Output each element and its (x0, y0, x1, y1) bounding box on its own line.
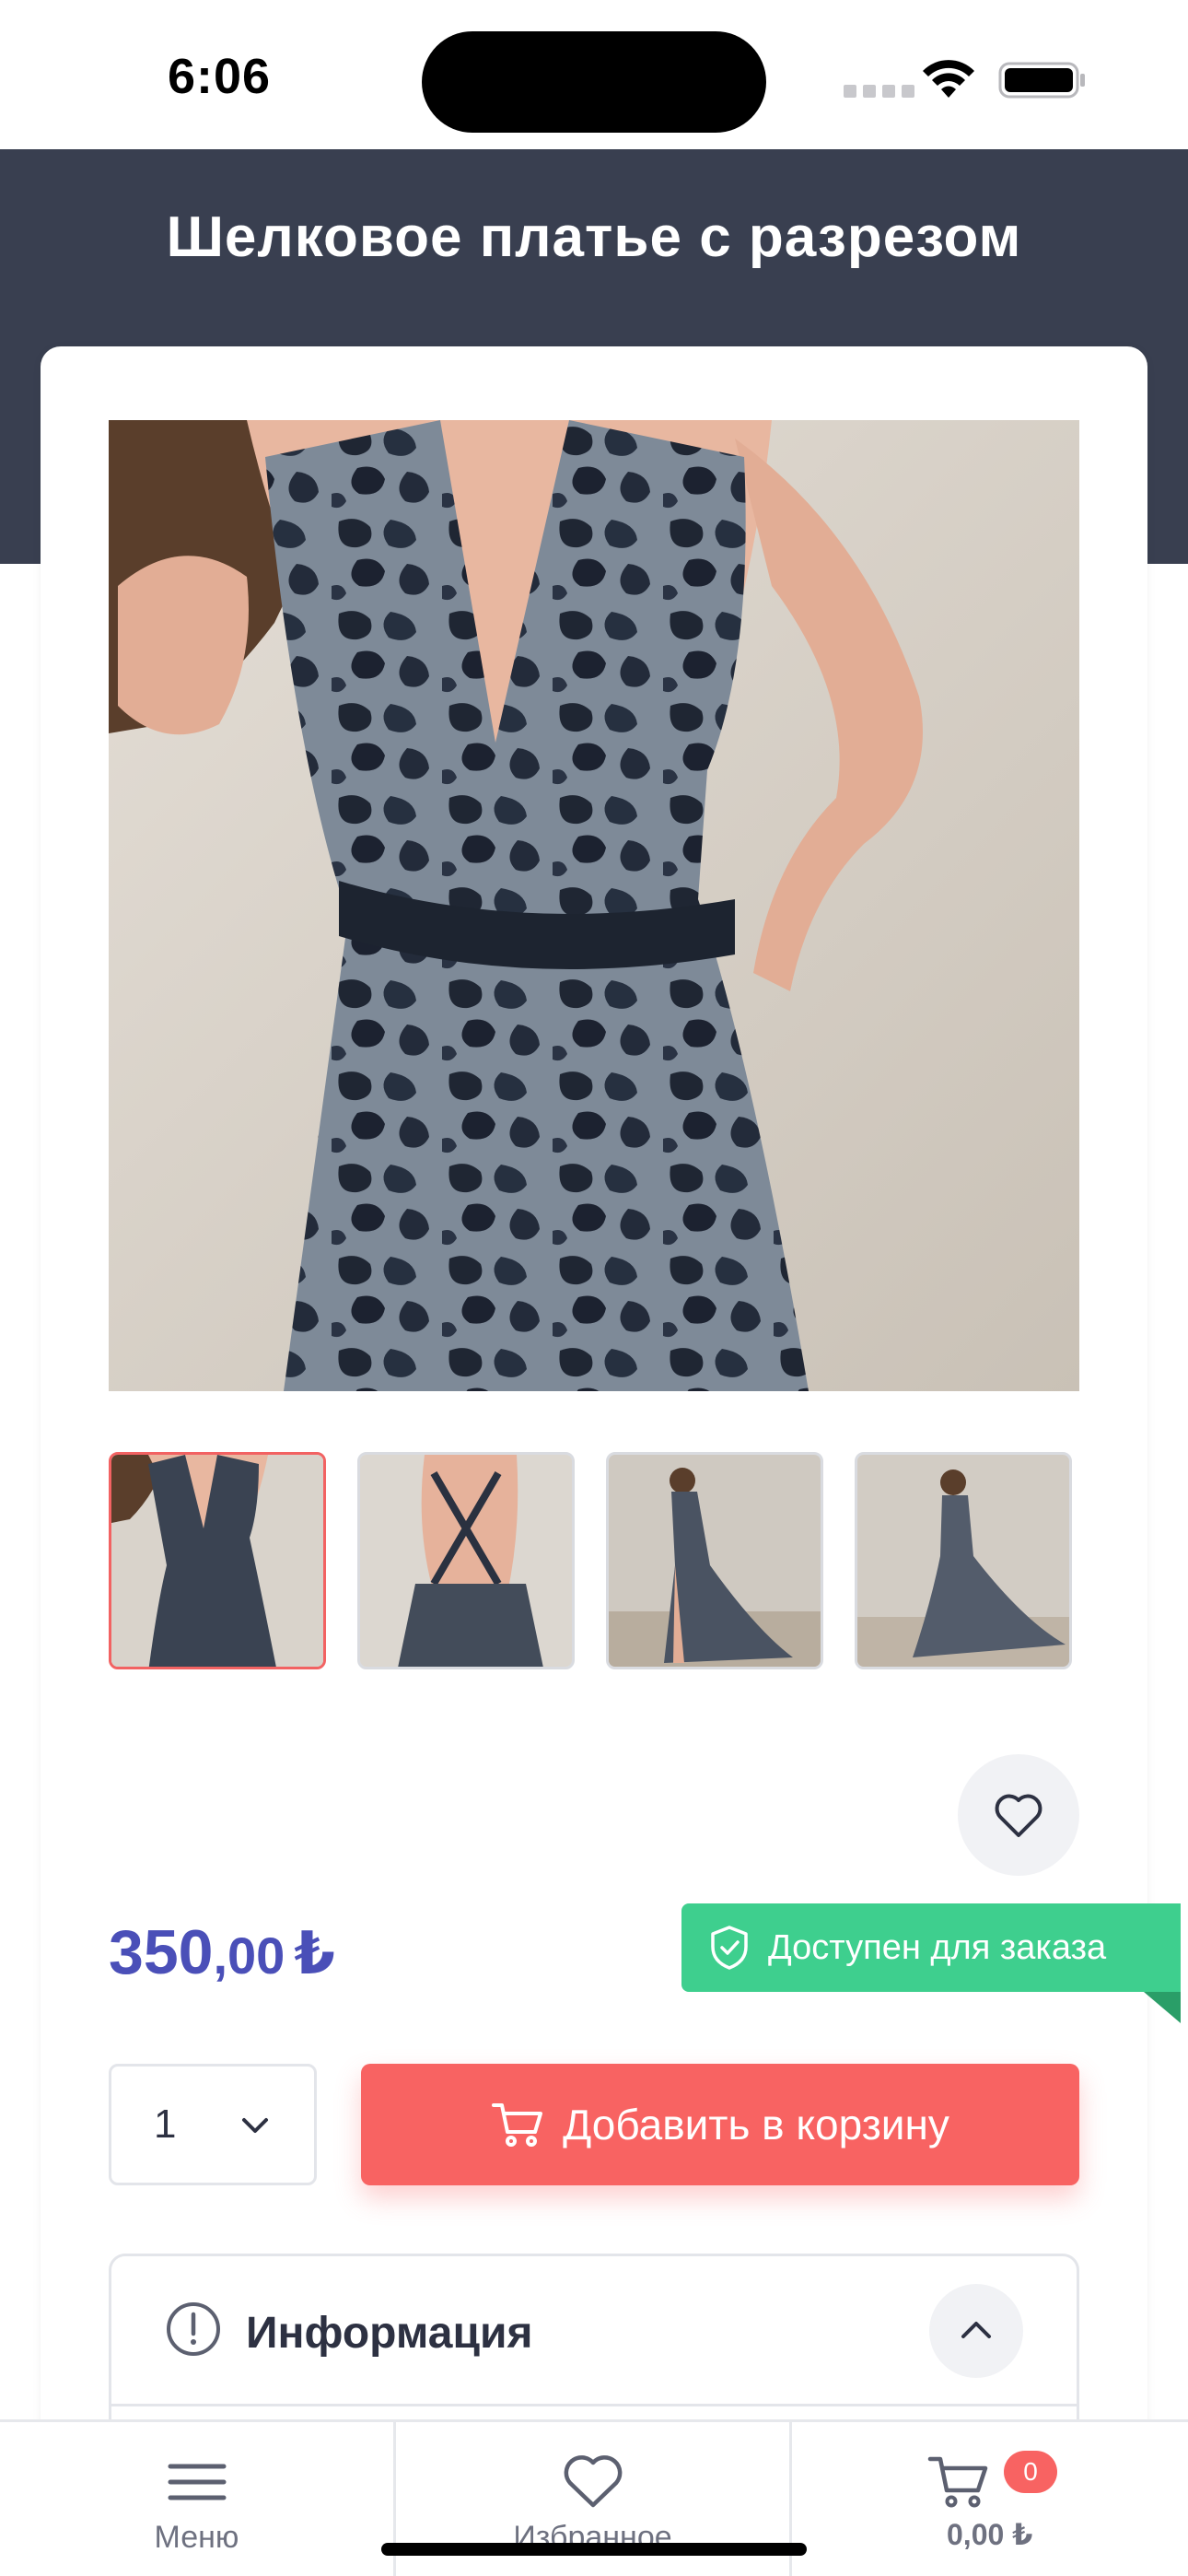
add-to-cart-label: Добавить в корзину (563, 2101, 949, 2149)
thumbnail-photo (609, 1455, 821, 1667)
cellular-signal-icon (844, 85, 914, 98)
hamburger-icon (168, 2464, 226, 2500)
add-to-cart-button[interactable]: Добавить в корзину (361, 2064, 1079, 2185)
info-title: Информация (246, 2309, 533, 2358)
tab-menu[interactable]: Меню (0, 2422, 396, 2576)
quantity-select[interactable]: 1 (109, 2064, 317, 2185)
availability-badge: Доступен для заказа (681, 1903, 1181, 1992)
thumbnail-4[interactable] (855, 1452, 1072, 1669)
status-time: 6:06 (168, 49, 272, 104)
battery-icon (998, 62, 1085, 99)
availability-text: Доступен для заказа (768, 1927, 1107, 1967)
product-main-image[interactable] (109, 420, 1079, 1391)
info-circle-icon (167, 2302, 220, 2356)
shield-check-icon (711, 1926, 748, 1970)
info-divider (111, 2404, 1077, 2406)
cart-count-badge: 0 (1004, 2451, 1057, 2493)
page-title: Шелковое платье с разрезом (166, 205, 1022, 269)
thumbnail-photo (360, 1455, 572, 1667)
price-decimal: ,00 (213, 1926, 285, 1985)
thumbnail-3[interactable] (606, 1452, 823, 1669)
heart-icon (995, 1794, 1042, 1837)
favorite-button[interactable] (958, 1754, 1079, 1876)
thumbnail-photo (857, 1455, 1069, 1667)
price-integer: 350 (109, 1917, 214, 1987)
dynamic-island (422, 31, 766, 133)
home-indicator (381, 2543, 807, 2556)
cart-icon (927, 2456, 987, 2508)
dress-photo-illustration (109, 420, 1079, 1391)
thumbnail-photo (111, 1455, 323, 1667)
tab-menu-label: Меню (154, 2520, 239, 2555)
chevron-down-icon (242, 2118, 268, 2133)
info-collapse-button[interactable] (929, 2284, 1023, 2378)
thumbnail-1[interactable] (109, 1452, 326, 1669)
badge-ribbon-fold (1144, 1992, 1181, 2023)
cart-total: 0,00 ₺ (947, 2518, 1033, 2551)
product-price: 350,00 ₺ (109, 1916, 335, 1988)
price-currency: ₺ (294, 1920, 335, 1986)
cart-icon (492, 2103, 543, 2147)
wifi-icon (923, 60, 974, 98)
status-bar: 6:06 (0, 0, 1188, 149)
heart-icon (564, 2455, 622, 2508)
tab-cart[interactable] (792, 2422, 1188, 2576)
thumbnail-2[interactable] (357, 1452, 575, 1669)
quantity-value: 1 (154, 2102, 177, 2147)
chevron-up-icon (961, 2322, 991, 2338)
